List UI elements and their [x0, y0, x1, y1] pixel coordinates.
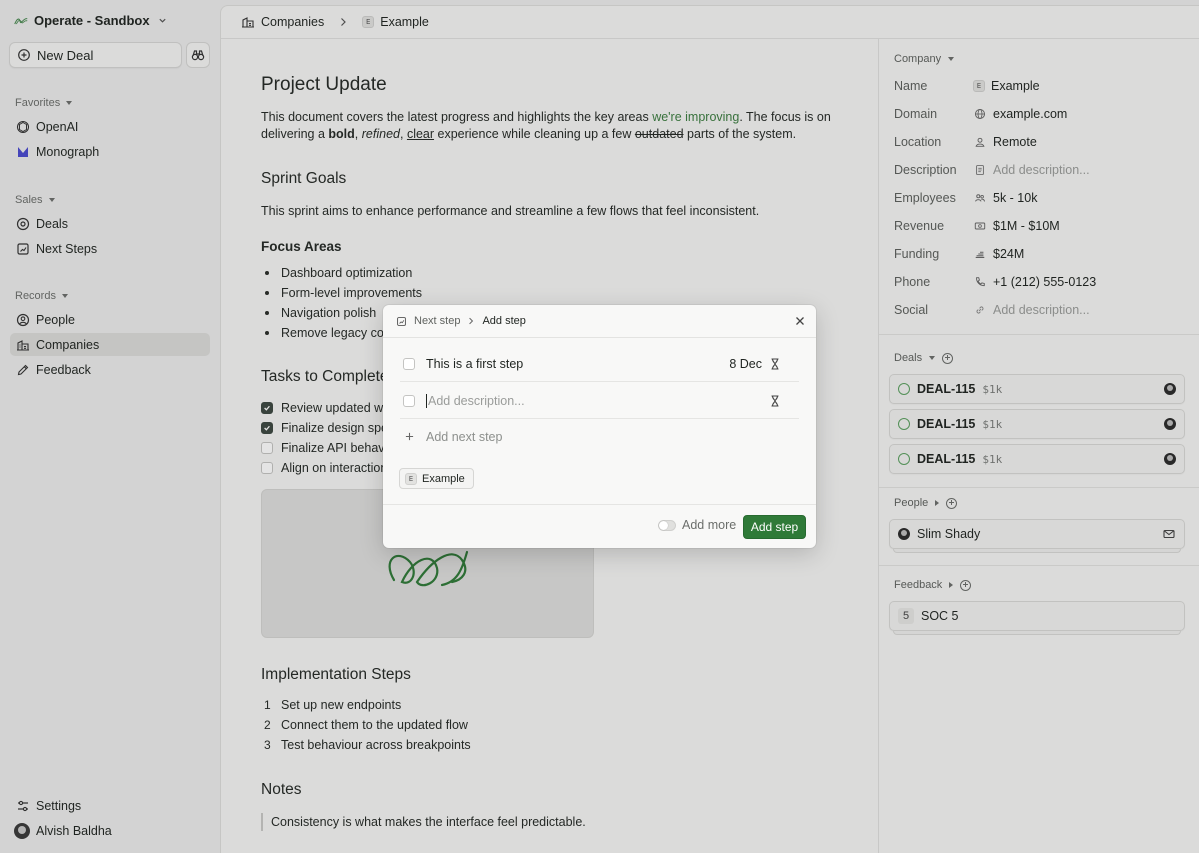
company-chip[interactable]: E Example: [399, 468, 474, 489]
dialog-crumb-current: Add step: [482, 315, 526, 327]
dialog-header: Next step Add step: [383, 305, 816, 338]
step-row[interactable]: This is a first step 8 Dec: [403, 345, 802, 382]
add-next-step-row[interactable]: Add next step: [403, 418, 802, 455]
add-step-button[interactable]: Add step: [743, 515, 806, 539]
company-chip-label: Example: [422, 472, 465, 485]
add-next-step-label: Add next step: [426, 429, 503, 444]
close-icon[interactable]: [795, 316, 805, 326]
add-more-label[interactable]: Add more: [682, 518, 736, 532]
step-description-row[interactable]: Add description...: [403, 382, 802, 419]
dialog-crumb-parent[interactable]: Next step: [414, 315, 460, 327]
plus-icon: [403, 430, 415, 444]
hourglass-icon[interactable]: [770, 394, 780, 407]
step-checkbox[interactable]: [403, 394, 415, 407]
company-badge: E: [405, 472, 417, 485]
hourglass-icon[interactable]: [770, 357, 780, 370]
chevron-right-icon: [466, 314, 476, 328]
add-step-dialog: Next step Add step This is a first step …: [383, 305, 816, 548]
description-input[interactable]: Add description...: [426, 393, 525, 408]
step-due-date[interactable]: 8 Dec: [729, 357, 762, 371]
add-more-toggle[interactable]: [658, 520, 676, 531]
next-steps-icon: [394, 314, 408, 328]
dialog-footer: Add more Add step: [383, 504, 816, 548]
step-checkbox[interactable]: [403, 357, 415, 370]
step-title[interactable]: This is a first step: [426, 357, 523, 371]
